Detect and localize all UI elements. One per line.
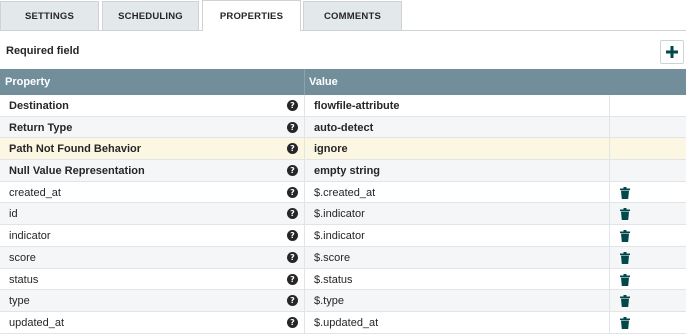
table-body: Destination? flowfile-attribute Return Typ… — [0, 95, 686, 334]
tab-scheduling[interactable]: SCHEDULING — [102, 1, 199, 30]
tab-bar: SETTINGS SCHEDULING PROPERTIES COMMENTS — [0, 0, 686, 31]
table-row[interactable]: Return Type? auto-detect — [0, 116, 686, 139]
column-divider — [609, 268, 610, 290]
property-value[interactable]: $.score — [314, 252, 350, 264]
column-divider — [609, 160, 610, 181]
tab-properties[interactable]: PROPERTIES — [202, 0, 301, 31]
help-icon[interactable]: ? — [287, 143, 298, 155]
table-row[interactable]: Null Value Representation? empty string — [0, 160, 686, 182]
properties-table: Property Value Destination? flowfile-attr… — [0, 69, 686, 334]
table-row[interactable]: score? $.score — [0, 246, 686, 269]
column-divider — [304, 290, 305, 311]
column-divider — [609, 311, 610, 333]
help-icon[interactable]: ? — [287, 295, 298, 307]
column-divider — [304, 225, 305, 246]
table-row[interactable]: indicator? $.indicator — [0, 225, 686, 247]
column-divider — [609, 138, 610, 160]
column-header-property[interactable]: Property — [5, 76, 50, 88]
property-name: updated_at — [9, 316, 65, 329]
column-divider — [304, 203, 305, 225]
property-name: Return Type — [9, 121, 73, 134]
column-divider — [609, 246, 610, 268]
column-divider — [609, 95, 610, 116]
property-name: score — [9, 251, 36, 264]
property-value[interactable]: $.updated_at — [314, 317, 378, 329]
column-divider — [304, 181, 305, 203]
help-icon[interactable]: ? — [287, 208, 298, 220]
column-divider — [304, 268, 305, 290]
help-icon[interactable]: ? — [287, 316, 298, 328]
property-name: status — [9, 273, 39, 286]
help-icon[interactable]: ? — [287, 100, 298, 111]
table-row[interactable]: status? $.status — [0, 268, 686, 291]
property-value[interactable]: $.indicator — [314, 208, 365, 220]
column-divider — [304, 246, 305, 268]
trash-icon[interactable] — [620, 186, 630, 199]
property-value[interactable]: $.status — [314, 274, 353, 286]
column-divider — [609, 181, 610, 203]
table-row[interactable]: Path Not Found Behavior? ignore — [0, 138, 686, 161]
property-name: id — [9, 208, 18, 221]
help-icon[interactable]: ? — [287, 251, 298, 263]
property-value[interactable]: flowfile-attribute — [314, 100, 400, 112]
help-icon[interactable]: ? — [287, 165, 298, 177]
column-header-value[interactable]: Value — [309, 76, 338, 88]
property-value[interactable]: $.type — [314, 295, 344, 307]
property-value[interactable]: $.created_at — [314, 187, 375, 199]
required-field-label: Required field — [6, 45, 80, 57]
property-value[interactable]: ignore — [314, 143, 348, 155]
column-divider — [609, 290, 610, 311]
help-icon[interactable]: ? — [287, 186, 298, 198]
column-divider — [609, 116, 610, 138]
column-divider — [609, 203, 610, 225]
property-value[interactable]: empty string — [314, 165, 380, 177]
table-row[interactable]: updated_at? $.updated_at — [0, 311, 686, 334]
property-name: Null Value Representation — [9, 165, 145, 178]
table-row[interactable]: id? $.indicator — [0, 203, 686, 226]
trash-icon[interactable] — [620, 316, 630, 329]
property-name: Destination — [9, 100, 69, 112]
column-divider — [304, 138, 305, 160]
tab-comments[interactable]: COMMENTS — [303, 1, 402, 30]
property-name: indicator — [9, 230, 51, 243]
trash-icon[interactable] — [620, 295, 630, 308]
table-row[interactable]: Destination? flowfile-attribute — [0, 95, 686, 117]
column-divider — [609, 225, 610, 246]
trash-icon[interactable] — [620, 208, 630, 221]
property-name: type — [9, 295, 30, 308]
column-divider — [304, 95, 305, 116]
property-value[interactable]: $.indicator — [314, 230, 365, 242]
table-header: Property Value — [0, 69, 686, 95]
tab-settings[interactable]: SETTINGS — [0, 1, 99, 30]
help-icon[interactable]: ? — [287, 121, 298, 133]
help-icon[interactable]: ? — [287, 273, 298, 285]
column-divider — [304, 160, 305, 181]
plus-icon — [666, 46, 678, 58]
trash-icon[interactable] — [620, 251, 630, 264]
trash-icon[interactable] — [620, 230, 630, 243]
help-icon[interactable]: ? — [287, 230, 298, 242]
column-divider — [304, 69, 305, 95]
table-row[interactable]: created_at? $.created_at — [0, 181, 686, 204]
add-property-button[interactable] — [660, 40, 684, 64]
property-value[interactable]: auto-detect — [314, 122, 373, 134]
table-row[interactable]: type? $.type — [0, 290, 686, 312]
trash-icon[interactable] — [620, 273, 630, 286]
column-divider — [304, 311, 305, 333]
column-divider — [304, 116, 305, 138]
property-name: Path Not Found Behavior — [9, 143, 141, 156]
property-name: created_at — [9, 186, 61, 199]
